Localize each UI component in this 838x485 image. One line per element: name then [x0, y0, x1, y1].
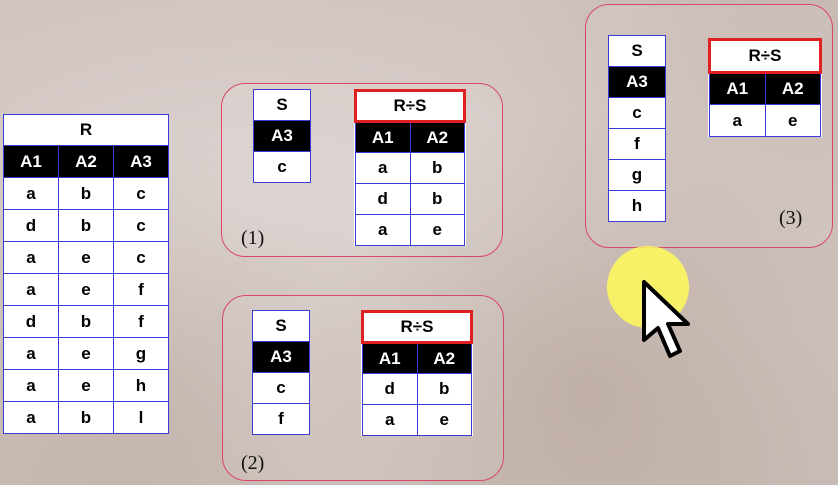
header-cell: A3	[608, 66, 666, 98]
cell: f	[608, 128, 666, 160]
cell: f	[113, 305, 169, 338]
group-label: (1)	[241, 227, 265, 249]
cell: d	[355, 183, 411, 215]
cell: d	[362, 373, 418, 405]
cell: e	[58, 337, 114, 370]
table-row: ae	[362, 404, 472, 436]
cell: a	[709, 104, 766, 137]
cell: a	[3, 241, 59, 274]
result-title: R÷S	[708, 38, 822, 74]
cell: f	[252, 403, 310, 435]
table-row: db	[362, 373, 472, 405]
table-row: abc	[3, 177, 169, 210]
cell: l	[113, 401, 169, 434]
cell: e	[58, 273, 114, 306]
table-row: dbf	[3, 305, 169, 338]
group-label: (3)	[779, 207, 803, 229]
table-row: dbc	[3, 209, 169, 242]
table-row: f	[252, 403, 310, 435]
cell: c	[113, 241, 169, 274]
cell: c	[608, 97, 666, 129]
table-s-title: S	[608, 35, 666, 67]
cell: a	[3, 337, 59, 370]
header-cell: A3	[113, 145, 169, 178]
header-cell: A2	[58, 145, 114, 178]
header-cell: A1	[709, 72, 766, 105]
table-row: h	[608, 190, 666, 222]
cell: a	[355, 214, 411, 246]
table-row: aeg	[3, 337, 169, 370]
cell: c	[252, 372, 310, 404]
table-row: aeh	[3, 369, 169, 402]
table-r: R A1 A2 A3 abc dbc aec aef dbf aeg aeh a…	[3, 114, 169, 434]
cell: e	[416, 404, 472, 436]
header-cell: A2	[409, 121, 465, 153]
cell: b	[58, 305, 114, 338]
table-row: g	[608, 159, 666, 191]
header-cell: A1	[362, 342, 418, 374]
table-row: aef	[3, 273, 169, 306]
header-cell: A3	[252, 341, 310, 373]
table-row: c	[253, 151, 311, 183]
table-row: f	[608, 128, 666, 160]
cell: g	[608, 159, 666, 191]
table-row: c	[252, 372, 310, 404]
cell: b	[416, 373, 472, 405]
table-row: db	[355, 183, 465, 215]
cell: a	[362, 404, 418, 436]
cell: c	[113, 177, 169, 210]
cell: d	[3, 209, 59, 242]
cell: c	[113, 209, 169, 242]
table-r-title: R	[3, 114, 169, 146]
header-cell: A2	[416, 342, 472, 374]
table-s-title: S	[253, 89, 311, 121]
cell: g	[113, 337, 169, 370]
cell: a	[355, 152, 411, 184]
cell: b	[58, 209, 114, 242]
header-cell: A1	[355, 121, 411, 153]
table-s-3: S A3 c f g h	[608, 35, 666, 222]
cell: e	[764, 104, 821, 137]
group-label: (2)	[241, 452, 265, 474]
table-result-2: R÷S A1 A2 db ae	[361, 310, 473, 436]
header-cell: A1	[3, 145, 59, 178]
cell: a	[3, 369, 59, 402]
table-row: aec	[3, 241, 169, 274]
table-result-3: R÷S A1 A2 ae	[708, 38, 822, 137]
cell: c	[253, 151, 311, 183]
cell: e	[409, 214, 465, 246]
result-title: R÷S	[361, 310, 473, 344]
table-row: c	[608, 97, 666, 129]
cell: b	[58, 177, 114, 210]
mouse-pointer-icon	[642, 280, 690, 358]
cell: f	[113, 273, 169, 306]
cell: b	[409, 152, 465, 184]
result-title: R÷S	[354, 89, 466, 123]
table-row: abl	[3, 401, 169, 434]
cell: e	[58, 241, 114, 274]
cell: d	[3, 305, 59, 338]
cell: h	[113, 369, 169, 402]
header-cell: A2	[764, 72, 821, 105]
cell: h	[608, 190, 666, 222]
cell: a	[3, 401, 59, 434]
table-s-1: S A3 c	[253, 89, 311, 183]
cell: e	[58, 369, 114, 402]
cell: b	[409, 183, 465, 215]
cell: b	[58, 401, 114, 434]
table-row: ab	[355, 152, 465, 184]
table-result-1: R÷S A1 A2 ab db ae	[354, 89, 466, 246]
cell: a	[3, 177, 59, 210]
table-s-title: S	[252, 310, 310, 342]
table-s-2: S A3 c f	[252, 310, 310, 435]
table-row: ae	[709, 104, 821, 137]
table-row: ae	[355, 214, 465, 246]
header-cell: A3	[253, 120, 311, 152]
cell: a	[3, 273, 59, 306]
